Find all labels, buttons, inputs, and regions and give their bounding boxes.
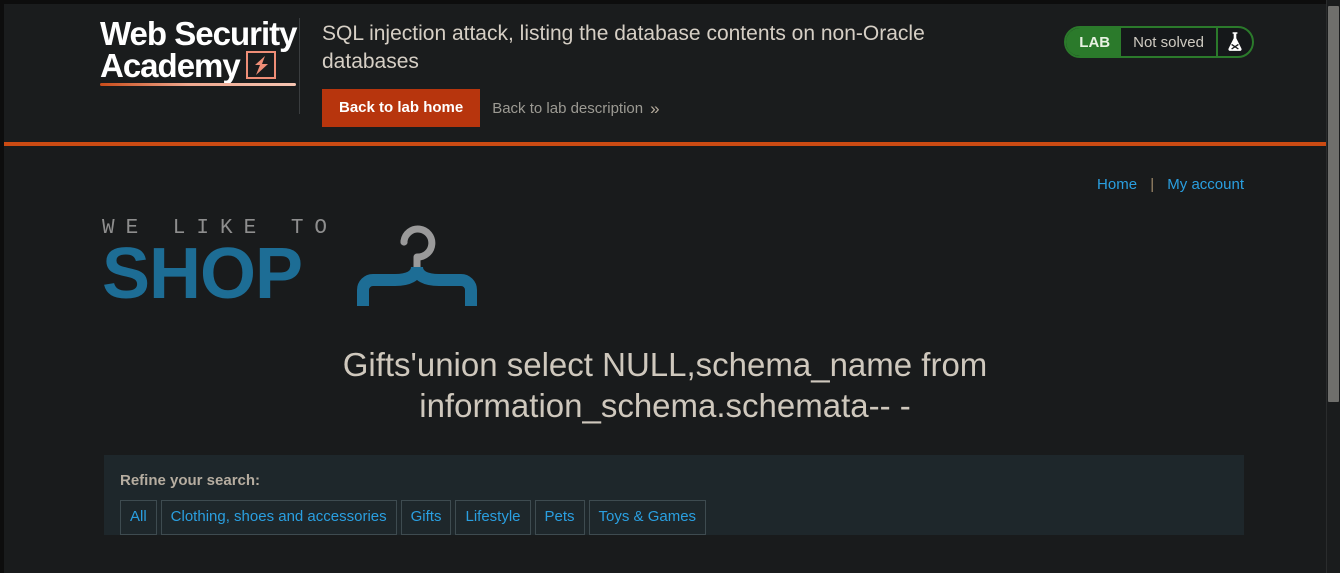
- filter-chip-toys-and-games[interactable]: Toys & Games: [588, 499, 707, 535]
- filter-chip-all[interactable]: All: [120, 499, 157, 535]
- logo-line-1: Web Security: [100, 15, 297, 52]
- shop-page-body: Home | My account WE LIKE TO SHOP Gifts'…: [4, 146, 1326, 573]
- lab-status-text: Not solved: [1121, 28, 1218, 56]
- shop-logo[interactable]: WE LIKE TO SHOP: [102, 213, 1326, 314]
- flask-icon[interactable]: [1218, 28, 1252, 56]
- back-to-lab-description-link[interactable]: Back to lab description »: [492, 100, 659, 117]
- filter-chip-lifestyle[interactable]: Lifestyle: [455, 499, 531, 535]
- filter-chip-row: All Clothing, shoes and accessories Gift…: [120, 499, 1244, 535]
- double-chevron-right-icon: »: [650, 98, 660, 118]
- web-security-academy-logo[interactable]: Web Security Academy: [100, 15, 300, 114]
- browser-viewport: Web Security Academy SQL injection attac…: [4, 4, 1326, 573]
- shop-logo-word: SHOP: [102, 234, 303, 314]
- lightning-bolt-icon: [245, 51, 276, 79]
- filter-chip-clothing-shoes-and-accessories[interactable]: Clothing, shoes and accessories: [160, 499, 397, 535]
- filter-chip-pets[interactable]: Pets: [534, 499, 585, 535]
- refine-search-panel: Refine your search: All Clothing, shoes …: [104, 454, 1244, 535]
- page-title: Gifts'union select NULL,schema_name from…: [342, 346, 988, 425]
- lab-title: SQL injection attack, listing the databa…: [322, 22, 925, 73]
- nav-link-home[interactable]: Home: [1097, 176, 1137, 193]
- back-to-lab-home-button[interactable]: Back to lab home: [322, 89, 481, 128]
- shop-top-nav: Home | My account: [4, 146, 1326, 193]
- logo-line-2: Academy: [100, 47, 241, 84]
- lab-status-tag: LAB: [1066, 28, 1122, 56]
- lab-status-badge: LAB Not solved: [1064, 26, 1254, 58]
- logo-underline: [100, 83, 296, 86]
- back-to-lab-description-label: Back to lab description: [492, 99, 644, 117]
- clothes-hanger-icon: [356, 217, 478, 314]
- refine-search-label: Refine your search:: [120, 471, 261, 489]
- vertical-scrollbar[interactable]: [1326, 0, 1340, 573]
- nav-link-my-account[interactable]: My account: [1167, 176, 1244, 193]
- scrollbar-thumb[interactable]: [1328, 6, 1339, 402]
- nav-separator: |: [1150, 176, 1155, 193]
- filter-chip-gifts[interactable]: Gifts: [400, 499, 452, 535]
- lab-header: Web Security Academy SQL injection attac…: [4, 4, 1326, 142]
